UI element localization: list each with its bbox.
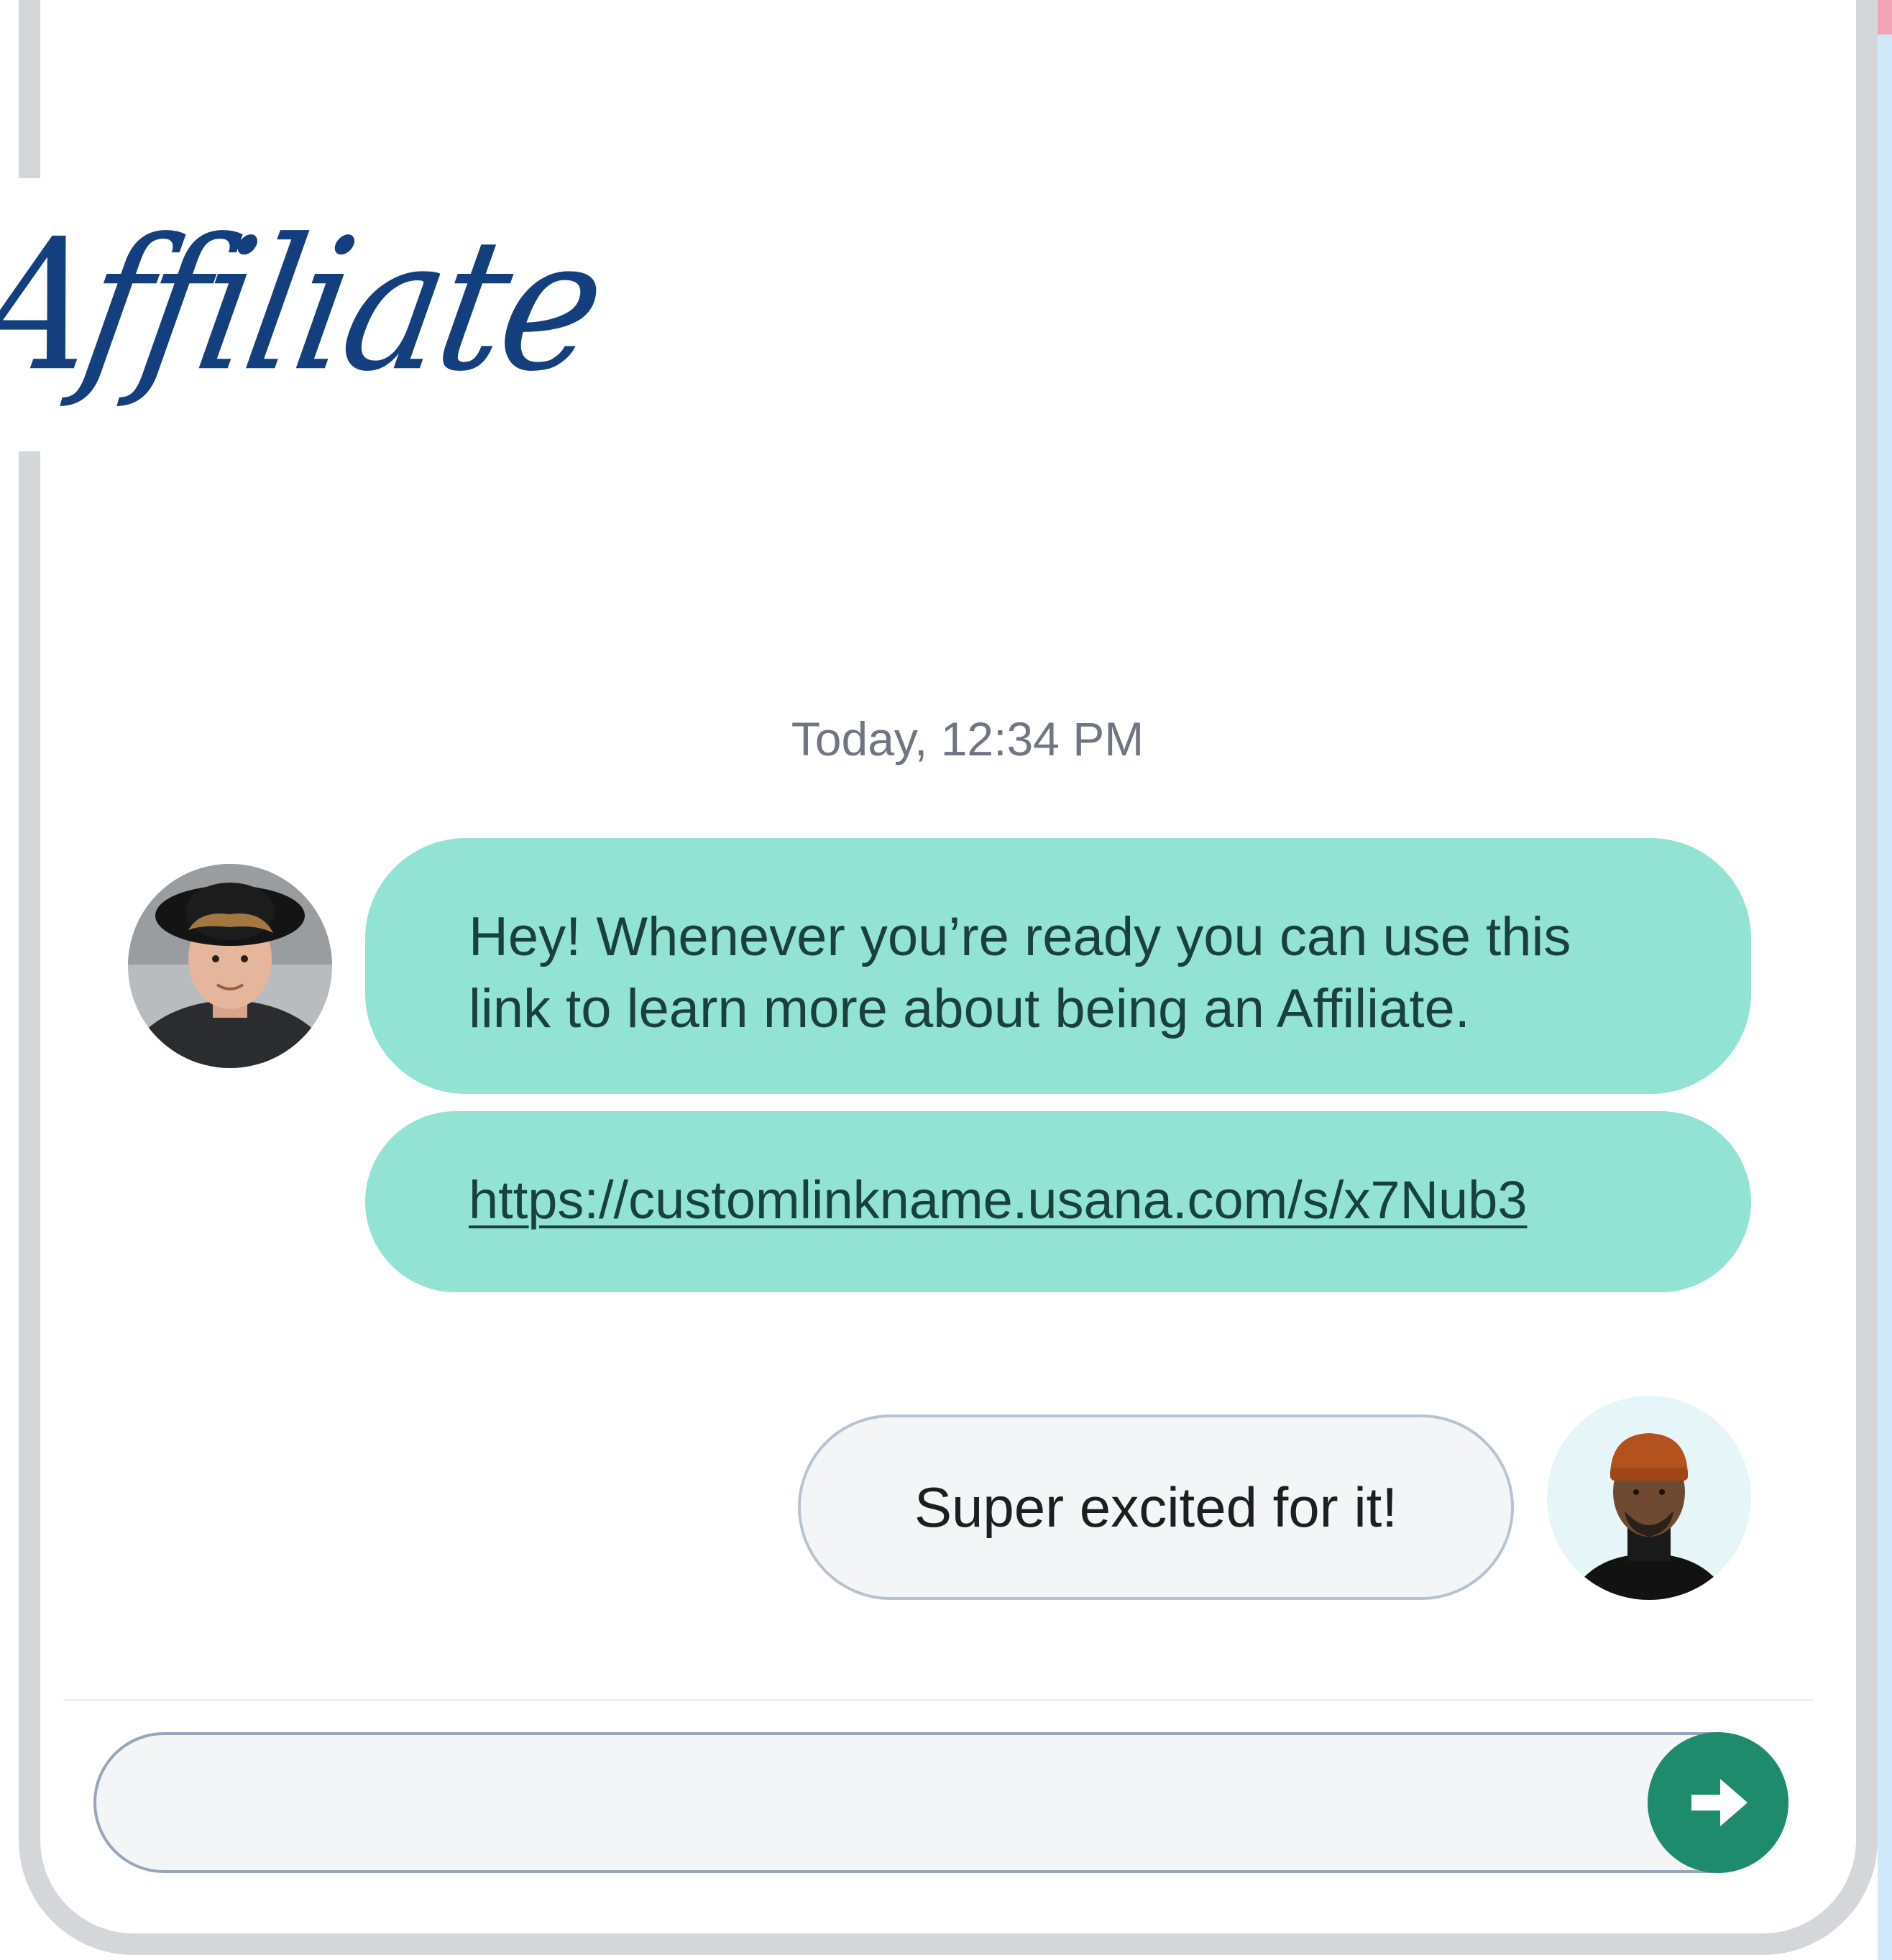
side-strip-pink bbox=[1878, 0, 1892, 34]
screen: Affiliate Today, 12:34 PM Hey! Whenever … bbox=[0, 0, 1892, 1960]
affiliate-link[interactable]: https://customlinkname.usana.com/s/x7Nub… bbox=[469, 1170, 1527, 1230]
user-avatar bbox=[1547, 1396, 1751, 1600]
message-text-user: Super excited for it! bbox=[914, 1475, 1397, 1539]
send-button[interactable] bbox=[1648, 1732, 1788, 1873]
side-strip-blue bbox=[1878, 29, 1892, 1960]
message-bubble-user: Super excited for it! bbox=[798, 1414, 1514, 1600]
page-title: Affiliate bbox=[0, 201, 616, 412]
message-text: Hey! Whenever you’re ready you can use t… bbox=[469, 906, 1571, 1039]
message-bubble-agent-link: https://customlinkname.usana.com/s/x7Nub… bbox=[365, 1111, 1751, 1292]
agent-avatar bbox=[128, 864, 332, 1068]
composer-divider bbox=[63, 1699, 1813, 1701]
message-bubble-agent: Hey! Whenever you’re ready you can use t… bbox=[365, 838, 1751, 1094]
arrow-right-circle-icon bbox=[1691, 1779, 1748, 1826]
message-input[interactable] bbox=[93, 1732, 1781, 1873]
chat-timestamp: Today, 12:34 PM bbox=[791, 712, 1144, 765]
